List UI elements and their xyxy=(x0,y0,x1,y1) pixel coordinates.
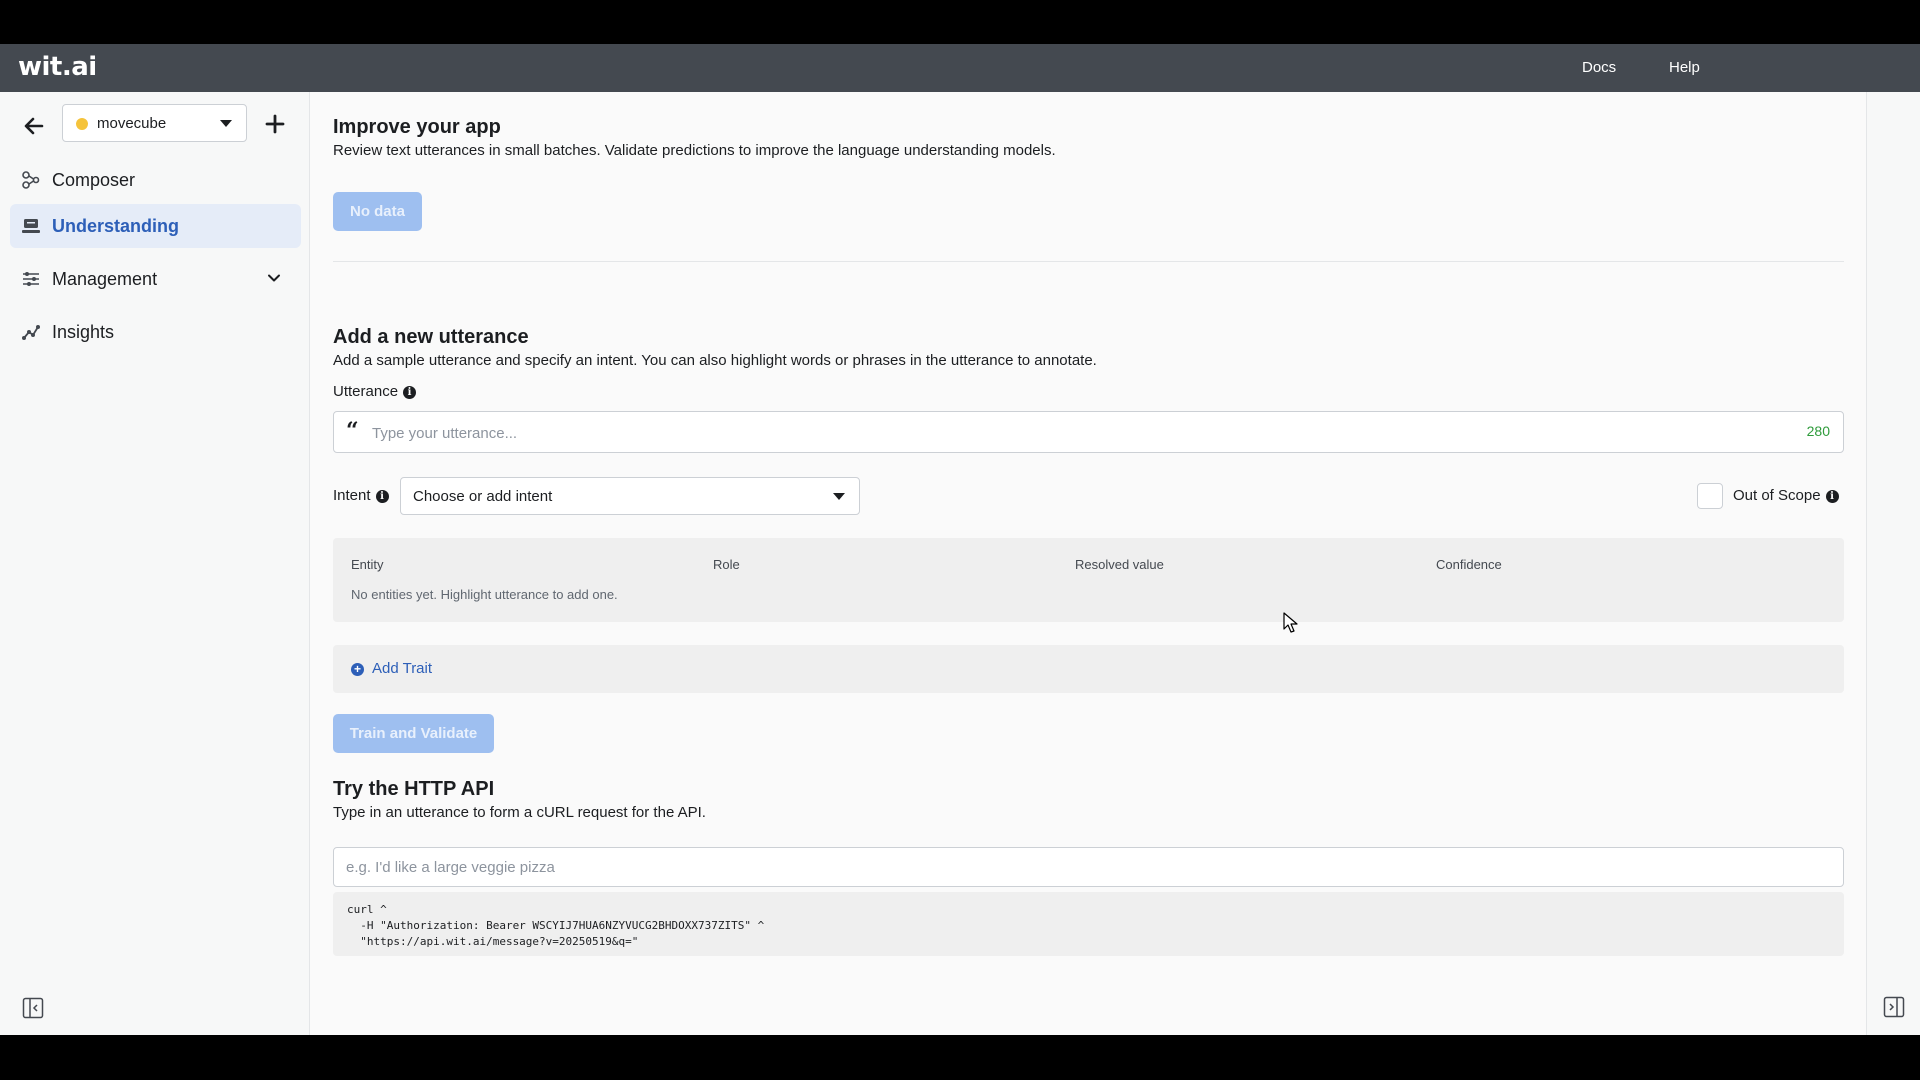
add-utterance-title: Add a new utterance xyxy=(333,326,529,348)
utterance-label-text: Utterance xyxy=(333,383,399,400)
utterance-label: Utterance i xyxy=(333,383,417,400)
caret-down-icon xyxy=(833,493,845,500)
add-trait-label: Add Trait xyxy=(372,660,433,677)
resolved-value-column-header: Resolved value xyxy=(1075,557,1164,572)
add-utterance-description: Add a sample utterance and specify an in… xyxy=(333,352,1097,369)
http-api-description: Type in an utterance to form a cURL requ… xyxy=(333,804,706,821)
confidence-column-header: Confidence xyxy=(1436,557,1502,572)
out-of-scope-label: Out of Scope i xyxy=(1733,487,1839,504)
entity-empty-message: No entities yet. Highlight utterance to … xyxy=(351,587,618,602)
nav-item-insights[interactable]: Insights xyxy=(10,310,301,354)
caret-down-icon xyxy=(220,120,232,127)
plus-icon[interactable] xyxy=(263,112,287,136)
sidebar: movecube Composer Understanding Manageme… xyxy=(0,92,310,1035)
docs-link[interactable]: Docs xyxy=(1582,59,1616,76)
nav-label-management: Management xyxy=(52,269,158,289)
nav-label-insights: Insights xyxy=(52,322,115,342)
char-count: 280 xyxy=(1806,423,1830,439)
wit-logo[interactable]: wit.ai xyxy=(18,52,97,82)
curl-code-block: curl ^ -H "Authorization: Bearer WSCYIJ7… xyxy=(333,892,1844,956)
intent-label: Intent i xyxy=(333,487,389,504)
trait-panel: + Add Trait xyxy=(333,645,1844,693)
nav-label-understanding: Understanding xyxy=(52,216,180,236)
nav-item-composer[interactable]: Composer xyxy=(10,158,301,202)
nav-item-management[interactable]: Management xyxy=(10,257,301,301)
role-column-header: Role xyxy=(713,557,740,572)
info-icon[interactable]: i xyxy=(1825,490,1839,503)
nav-item-understanding[interactable]: Understanding xyxy=(10,204,301,248)
no-data-button[interactable]: No data xyxy=(333,192,422,231)
entity-column-header: Entity xyxy=(351,557,384,572)
insights-icon xyxy=(22,325,40,340)
info-icon[interactable]: i xyxy=(375,490,389,503)
train-validate-button[interactable]: Train and Validate xyxy=(333,714,494,753)
quote-icon: “ xyxy=(346,418,359,444)
letterbox-top xyxy=(0,0,1920,44)
api-utterance-input[interactable] xyxy=(333,847,1844,887)
section-divider xyxy=(333,261,1844,262)
out-of-scope-checkbox[interactable] xyxy=(1697,483,1723,509)
collapse-panel-icon[interactable] xyxy=(1883,996,1905,1018)
understanding-icon xyxy=(22,219,40,233)
utterance-input[interactable] xyxy=(370,420,1754,446)
management-icon xyxy=(23,272,39,286)
improve-title: Improve your app xyxy=(333,116,501,138)
info-icon[interactable]: i xyxy=(403,386,417,399)
app-window: wit.ai Docs Help movecube Composer Under… xyxy=(0,44,1920,1035)
http-api-title: Try the HTTP API xyxy=(333,778,495,800)
main-content: Improve your app Review text utterances … xyxy=(310,92,1866,1035)
nav-label-composer: Composer xyxy=(52,170,136,190)
out-of-scope-label-text: Out of Scope xyxy=(1733,487,1821,504)
chevron-down-icon[interactable] xyxy=(267,271,281,285)
plus-circle-icon: + xyxy=(351,663,364,676)
utterance-field[interactable]: “ 280 xyxy=(333,411,1844,453)
back-arrow-icon[interactable] xyxy=(22,114,46,138)
collapse-sidebar-icon[interactable] xyxy=(22,997,44,1019)
mouse-cursor-icon xyxy=(1283,612,1298,633)
intent-label-text: Intent xyxy=(333,487,371,504)
entity-table: Entity Role Resolved value Confidence No… xyxy=(333,538,1844,622)
top-navigation-bar: wit.ai Docs Help xyxy=(0,44,1920,92)
app-name: movecube xyxy=(97,115,167,132)
app-selector[interactable]: movecube xyxy=(62,104,247,142)
improve-description: Review text utterances in small batches.… xyxy=(333,142,1056,159)
composer-icon xyxy=(22,171,40,189)
add-trait-button[interactable]: + Add Trait xyxy=(351,660,432,677)
right-rail xyxy=(1866,92,1920,1035)
letterbox-bottom xyxy=(0,1035,1920,1080)
help-link[interactable]: Help xyxy=(1669,59,1700,76)
intent-placeholder: Choose or add intent xyxy=(413,488,553,505)
app-status-dot xyxy=(76,118,88,130)
intent-dropdown[interactable]: Choose or add intent xyxy=(400,477,860,515)
